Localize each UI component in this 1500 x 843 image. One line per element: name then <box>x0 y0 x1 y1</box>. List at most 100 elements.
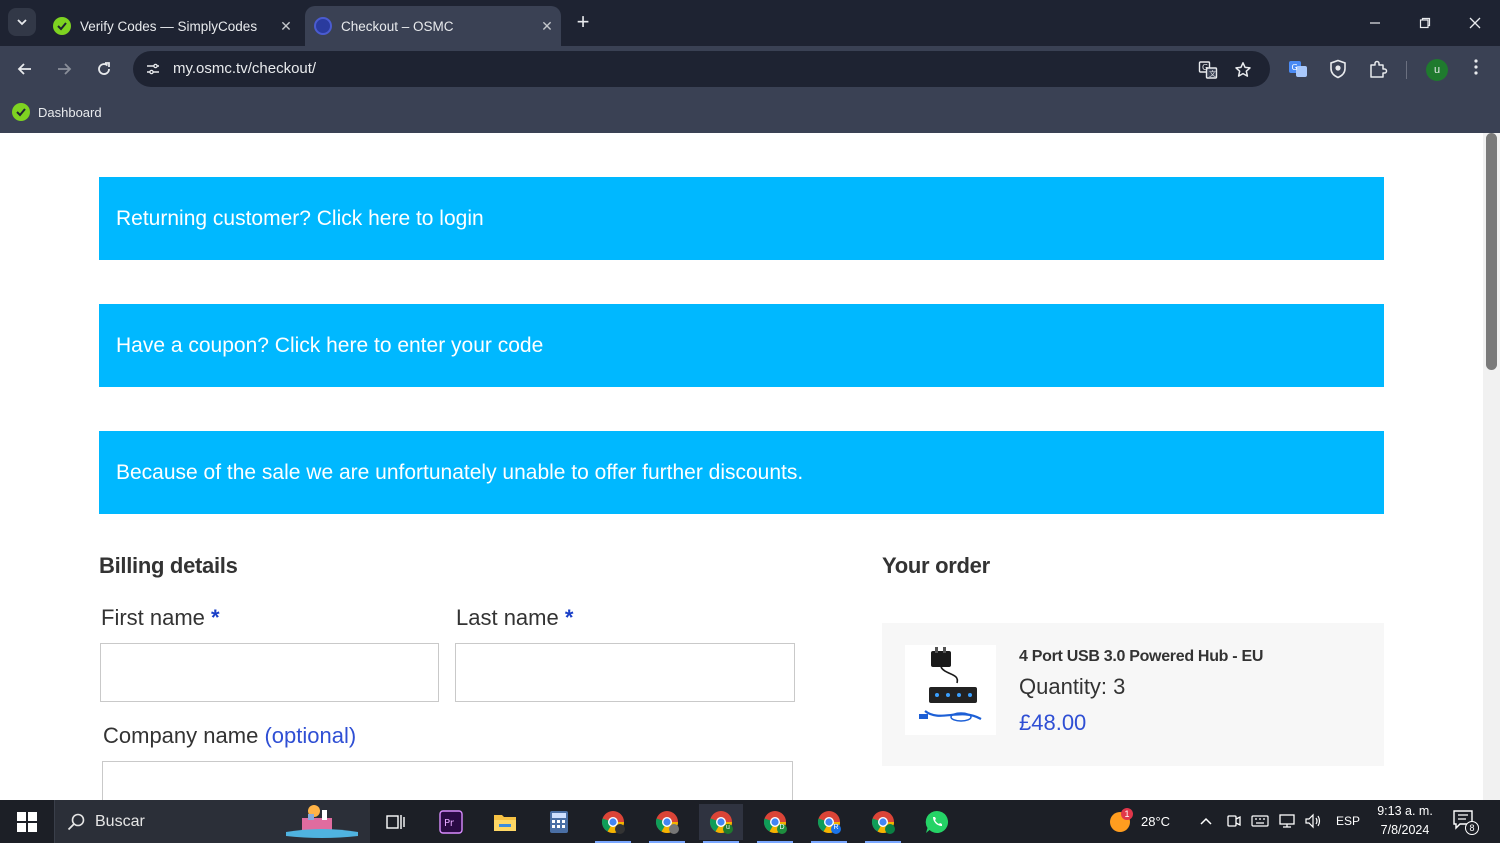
whatsapp-icon <box>925 810 949 833</box>
start-button[interactable] <box>8 806 46 838</box>
chrome-profile-6-button[interactable] <box>861 804 905 843</box>
show-hidden-icons-button[interactable] <box>1198 813 1216 831</box>
scrollbar-thumb[interactable] <box>1486 133 1497 370</box>
product-quantity: Quantity: 3 <box>1019 674 1126 699</box>
coupon-notice[interactable]: Have a coupon? Click here to enter your … <box>99 304 1384 387</box>
coupon-link[interactable]: Have a coupon? Click here to enter your … <box>116 334 543 358</box>
whatsapp-button[interactable] <box>915 804 959 840</box>
chrome-profile-2-button[interactable] <box>645 804 689 843</box>
taskbar-search-box[interactable]: Buscar <box>54 800 370 843</box>
input-method-icon[interactable] <box>1251 813 1271 831</box>
tab-simplycodes[interactable]: Verify Codes — SimplyCodes ✕ <box>44 6 300 46</box>
last-name-label: Last name * <box>456 605 574 630</box>
clock-time[interactable]: 9:13 a. m. <box>1376 804 1434 818</box>
chrome-badge: R <box>833 824 839 831</box>
clock-date[interactable]: 7/8/2024 <box>1376 823 1434 837</box>
weather-alert-badge: 1 <box>1121 808 1133 820</box>
notification-center-button[interactable]: 8 <box>1452 809 1480 835</box>
forward-button[interactable] <box>50 55 78 83</box>
minimize-icon <box>1370 22 1380 24</box>
simplycodes-favicon-icon <box>53 17 71 35</box>
tab-title: Verify Codes — SimplyCodes <box>80 18 258 34</box>
taskbar-search-text: Buscar <box>95 812 145 830</box>
required-asterisk: * <box>211 605 220 630</box>
shield-extension-icon <box>1330 59 1346 79</box>
network-icon[interactable] <box>1278 813 1298 831</box>
tab-search-button[interactable] <box>8 8 36 36</box>
chrome-profile-1-button[interactable] <box>591 804 635 843</box>
browser-menu-button[interactable] <box>1466 58 1486 80</box>
more-vertical-icon <box>1474 59 1478 75</box>
tune-icon <box>147 63 159 75</box>
calculator-icon <box>550 811 568 833</box>
chrome-profile-icon <box>655 811 679 834</box>
your-order-heading: Your order <box>882 553 990 578</box>
extensions-button[interactable] <box>1367 58 1389 80</box>
task-view-button[interactable] <box>374 804 418 840</box>
chrome-profile-u-button[interactable]: u <box>699 804 743 843</box>
windows-taskbar: Buscar Pr u D R 1 28°C ESP <box>0 800 1500 843</box>
first-name-field[interactable] <box>100 643 439 702</box>
translate-extension-button[interactable]: G <box>1287 58 1309 80</box>
bookmark-dashboard[interactable]: Dashboard <box>12 101 102 123</box>
first-name-label: First name * <box>101 605 220 630</box>
meet-now-icon[interactable] <box>1226 813 1244 831</box>
puzzle-icon <box>1370 60 1388 78</box>
last-name-field[interactable] <box>455 643 795 702</box>
back-button[interactable] <box>11 55 39 83</box>
calculator-button[interactable] <box>537 804 581 840</box>
search-icon <box>67 813 85 830</box>
chevron-down-icon <box>17 19 27 26</box>
chrome-profile-u-icon <box>709 811 733 834</box>
minimize-button[interactable] <box>1350 0 1400 46</box>
first-name-input[interactable] <box>101 644 438 701</box>
tab-title: Checkout – OSMC <box>341 18 454 34</box>
svg-text:Pr: Pr <box>444 818 455 829</box>
close-window-button[interactable] <box>1450 0 1500 46</box>
required-asterisk: * <box>564 605 574 630</box>
weather-widget[interactable]: 1 28°C <box>1106 808 1182 836</box>
star-icon <box>1235 62 1251 77</box>
chrome-profile-d-button[interactable]: D <box>753 804 797 843</box>
bookmark-star-button[interactable] <box>1233 60 1253 80</box>
sale-discount-notice: Because of the sale we are unfortunately… <box>99 431 1384 514</box>
close-tab-icon[interactable]: ✕ <box>533 18 561 35</box>
company-name-input[interactable] <box>103 762 792 800</box>
back-arrow-icon <box>17 63 31 75</box>
file-explorer-button[interactable] <box>483 804 527 840</box>
chrome-badge: u <box>726 824 730 831</box>
close-tab-icon[interactable]: ✕ <box>272 18 300 35</box>
new-tab-button[interactable]: + <box>570 9 596 35</box>
product-price: £48.00 <box>1019 710 1087 735</box>
volume-icon[interactable] <box>1304 813 1324 831</box>
translate-button[interactable]: G文 <box>1198 60 1218 80</box>
windows-logo-icon <box>17 812 37 832</box>
language-indicator[interactable]: ESP <box>1336 814 1360 828</box>
site-info-button[interactable] <box>141 57 165 81</box>
company-name-label: Company name (optional) <box>103 723 357 748</box>
profile-avatar[interactable]: u <box>1426 59 1448 81</box>
returning-customer-notice[interactable]: Returning customer? Click here to login <box>99 177 1384 260</box>
address-bar[interactable]: my.osmc.tv/checkout/ G文 <box>133 51 1270 87</box>
optional-text: (optional) <box>264 723 357 748</box>
page-viewport: Returning customer? Click here to login … <box>0 133 1483 800</box>
reload-icon <box>98 62 110 75</box>
tab-strip: Verify Codes — SimplyCodes ✕ Checkout – … <box>0 0 1500 46</box>
returning-customer-link[interactable]: Returning customer? Click here to login <box>116 207 484 231</box>
url-text[interactable]: my.osmc.tv/checkout/ <box>173 60 316 77</box>
tab-checkout-osmc[interactable]: Checkout – OSMC ✕ <box>305 6 561 46</box>
forward-arrow-icon <box>58 63 72 75</box>
close-icon <box>1469 17 1481 29</box>
last-name-input[interactable] <box>456 644 794 701</box>
page-scrollbar[interactable] <box>1483 133 1500 800</box>
reload-button[interactable] <box>90 55 118 83</box>
chrome-profile-r-button[interactable]: R <box>807 804 851 843</box>
premiere-pro-button[interactable]: Pr <box>429 804 473 840</box>
chrome-profile-icon <box>871 811 895 834</box>
file-explorer-icon <box>494 815 516 831</box>
shield-extension-button[interactable] <box>1327 58 1349 80</box>
search-highlight-art-icon <box>286 805 358 838</box>
translate-icon: G文 <box>1198 61 1218 79</box>
restore-button[interactable] <box>1400 0 1450 46</box>
company-name-field[interactable] <box>102 761 793 800</box>
